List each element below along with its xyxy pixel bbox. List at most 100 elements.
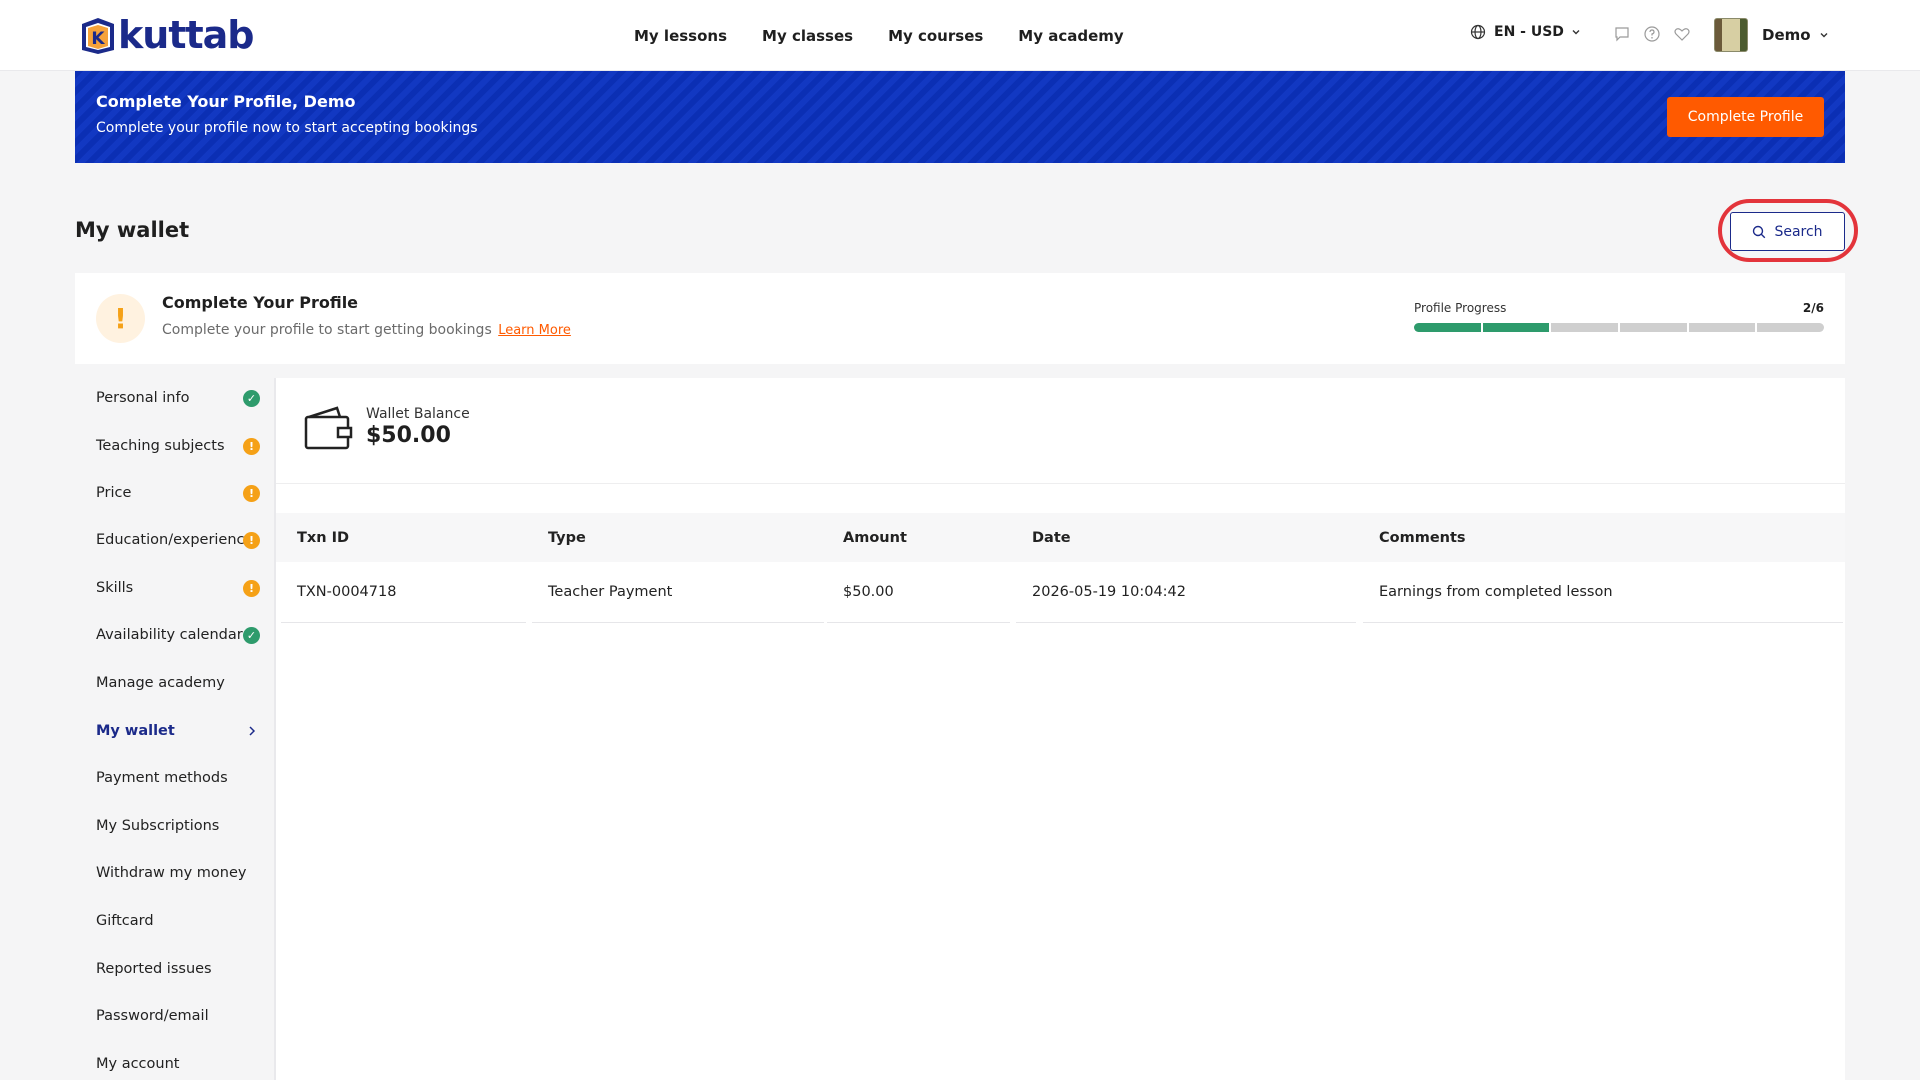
wallet-balance-amount: $50.00 bbox=[366, 423, 451, 448]
complete-profile-button[interactable]: Complete Profile bbox=[1667, 97, 1824, 137]
wallet-balance-section: Wallet Balance $50.00 bbox=[276, 378, 1845, 484]
logo-text: kuttab bbox=[118, 13, 254, 57]
warning-circle-icon: ! bbox=[243, 579, 260, 597]
profile-card-subtitle: Complete your profile to start getting b… bbox=[162, 322, 571, 338]
search-button-label: Search bbox=[1774, 223, 1823, 240]
table-row[interactable]: TXN-0004718 Teacher Payment $50.00 2026-… bbox=[276, 562, 1845, 625]
profile-card-subtitle-text: Complete your profile to start getting b… bbox=[162, 322, 492, 338]
sidebar-item-teaching-subjects[interactable]: Teaching subjects! bbox=[75, 426, 274, 466]
nav-my-classes[interactable]: My classes bbox=[762, 27, 853, 45]
sidebar-item-label: Payment methods bbox=[96, 770, 228, 786]
settings-sidebar: Personal info ✓ Teaching subjects! Price! Ed… bbox=[75, 378, 274, 1080]
wallet-balance-label: Wallet Balance bbox=[366, 406, 470, 422]
nav-my-academy[interactable]: My academy bbox=[1018, 27, 1123, 45]
profile-card-title: Complete Your Profile bbox=[162, 293, 359, 312]
profile-progress-bar bbox=[1414, 323, 1825, 332]
check-circle-icon: ✓ bbox=[243, 389, 260, 407]
sidebar-item-price[interactable]: Price! bbox=[75, 473, 274, 513]
sidebar-item-skills[interactable]: Skills! bbox=[75, 568, 274, 608]
sidebar-item-label: Giftcard bbox=[96, 913, 154, 929]
progress-segment bbox=[1757, 323, 1825, 332]
progress-segment bbox=[1688, 323, 1756, 332]
kuttab-logo[interactable]: K kuttab bbox=[78, 14, 254, 56]
sidebar-item-my-subscriptions[interactable]: My Subscriptions bbox=[75, 806, 274, 846]
column-header-comments[interactable]: Comments bbox=[1379, 513, 1466, 562]
sidebar-item-password-email[interactable]: Password/email bbox=[75, 996, 274, 1036]
banner-subtitle: Complete your profile now to start accep… bbox=[96, 120, 478, 136]
logo-mark-icon: K bbox=[82, 18, 114, 54]
sidebar-item-label: Price bbox=[96, 485, 132, 501]
nav-my-courses[interactable]: My courses bbox=[888, 27, 983, 45]
profile-progress-count: 2/6 bbox=[1802, 301, 1824, 315]
main-nav: My lessons My classes My courses My acad… bbox=[634, 0, 1159, 71]
svg-text:K: K bbox=[91, 29, 105, 49]
user-name: Demo bbox=[1762, 26, 1811, 44]
profile-progress-card: ! Complete Your Profile Complete your pr… bbox=[75, 273, 1845, 364]
progress-segment bbox=[1551, 323, 1619, 332]
page-title: My wallet bbox=[75, 218, 190, 242]
sidebar-item-personal-info[interactable]: Personal info ✓ bbox=[75, 378, 274, 418]
column-header-txn-id[interactable]: Txn ID bbox=[297, 513, 349, 562]
nav-my-lessons[interactable]: My lessons bbox=[634, 27, 727, 45]
wallet-panel: Wallet Balance $50.00 Txn ID Type Amount… bbox=[274, 378, 1845, 1080]
banner-title: Complete Your Profile, Demo bbox=[96, 92, 356, 111]
sidebar-item-manage-academy[interactable]: Manage academy bbox=[75, 663, 274, 703]
column-header-amount[interactable]: Amount bbox=[843, 513, 907, 562]
progress-segment bbox=[1414, 323, 1481, 332]
sidebar-item-withdraw-my-money[interactable]: Withdraw my money bbox=[75, 853, 274, 893]
complete-profile-banner: Complete Your Profile, Demo Complete you… bbox=[75, 71, 1845, 163]
sidebar-item-label: My wallet bbox=[96, 723, 175, 739]
sidebar-item-label: Withdraw my money bbox=[96, 865, 247, 881]
sidebar-item-giftcard[interactable]: Giftcard bbox=[75, 901, 274, 941]
chevron-down-icon bbox=[1572, 30, 1580, 35]
user-menu[interactable]: Demo bbox=[1714, 18, 1829, 52]
learn-more-link[interactable]: Learn More bbox=[498, 323, 571, 338]
transactions-table-header: Txn ID Type Amount Date Comments bbox=[276, 513, 1845, 562]
sidebar-item-payment-methods[interactable]: Payment methods bbox=[75, 758, 274, 798]
chevron-right-icon bbox=[249, 726, 256, 736]
search-icon bbox=[1753, 225, 1766, 238]
cell-comments: Earnings from completed lesson bbox=[1363, 562, 1843, 623]
sidebar-item-label: Password/email bbox=[96, 1008, 209, 1024]
top-navbar: K kuttab My lessons My classes My course… bbox=[0, 0, 1920, 71]
sidebar-item-label: Reported issues bbox=[96, 961, 212, 977]
sidebar-item-my-account[interactable]: My account bbox=[75, 1044, 274, 1080]
warning-icon: ! bbox=[96, 294, 145, 343]
cell-txn-id: TXN-0004718 bbox=[281, 562, 526, 623]
chat-icon[interactable] bbox=[1613, 25, 1631, 43]
sidebar-item-label: My account bbox=[96, 1056, 180, 1072]
warning-circle-icon: ! bbox=[243, 484, 260, 502]
heart-icon[interactable] bbox=[1673, 25, 1691, 43]
sidebar-item-label: Education/experience bbox=[96, 532, 254, 548]
sidebar-item-label: My Subscriptions bbox=[96, 818, 220, 834]
avatar bbox=[1714, 18, 1748, 52]
sidebar-item-label: Personal info bbox=[96, 390, 190, 406]
header-icons bbox=[1613, 25, 1703, 43]
wallet-icon bbox=[304, 406, 353, 450]
sidebar-item-education-experience[interactable]: Education/experience! bbox=[75, 520, 274, 560]
sidebar-item-label: Skills bbox=[96, 580, 134, 596]
column-header-type[interactable]: Type bbox=[548, 513, 586, 562]
column-header-date[interactable]: Date bbox=[1032, 513, 1071, 562]
sidebar-item-label: Availability calendar bbox=[96, 627, 243, 643]
warning-circle-icon: ! bbox=[243, 531, 260, 549]
language-currency-label: EN - USD bbox=[1494, 24, 1564, 40]
check-circle-icon: ✓ bbox=[243, 626, 260, 644]
profile-progress-label: Profile Progress bbox=[1414, 301, 1507, 315]
sidebar-item-reported-issues[interactable]: Reported issues bbox=[75, 949, 274, 989]
sidebar-item-label: Teaching subjects bbox=[96, 438, 225, 454]
search-button[interactable]: Search bbox=[1730, 212, 1845, 251]
cell-date: 2026-05-19 10:04:42 bbox=[1016, 562, 1356, 623]
chevron-down-icon bbox=[1820, 33, 1828, 38]
cell-amount: $50.00 bbox=[827, 562, 1010, 623]
help-icon[interactable] bbox=[1643, 25, 1661, 43]
sidebar-item-availability-calendar[interactable]: Availability calendar ✓ bbox=[75, 615, 274, 655]
progress-segment bbox=[1482, 323, 1550, 332]
sidebar-item-label: Manage academy bbox=[96, 675, 225, 691]
language-currency-selector[interactable]: EN - USD bbox=[1470, 24, 1581, 40]
progress-segment bbox=[1620, 323, 1687, 332]
cell-type: Teacher Payment bbox=[532, 562, 824, 623]
globe-icon bbox=[1470, 24, 1486, 40]
sidebar-item-my-wallet[interactable]: My wallet bbox=[75, 711, 274, 751]
warning-circle-icon: ! bbox=[243, 437, 260, 455]
